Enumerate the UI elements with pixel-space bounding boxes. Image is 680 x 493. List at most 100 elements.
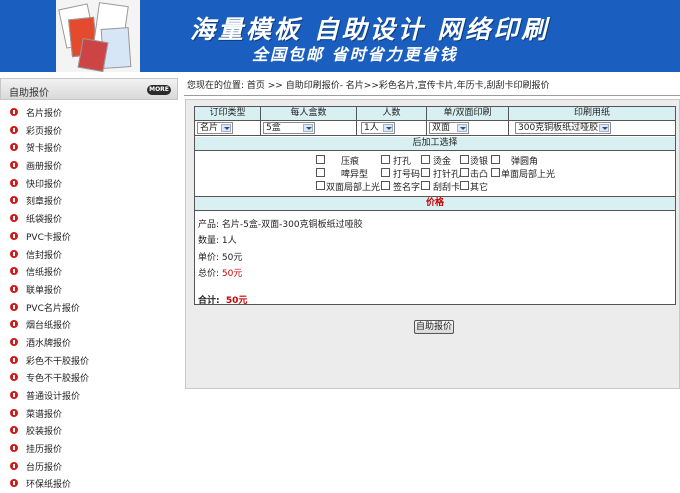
checkbox-single-spot-uv[interactable] bbox=[491, 168, 500, 177]
checkbox-double-spot-uv[interactable] bbox=[316, 181, 325, 190]
bullet-icon bbox=[10, 302, 18, 311]
bullet-icon bbox=[10, 373, 18, 382]
sidebar-item[interactable]: 快印报价 bbox=[0, 175, 178, 193]
option-label: 打号码 bbox=[393, 170, 421, 180]
sidebar-item-label[interactable]: 联单报价 bbox=[26, 283, 62, 296]
chevron-down-icon bbox=[303, 124, 313, 132]
sidebar-item[interactable]: 专色不干胶报价 bbox=[0, 369, 178, 387]
checkbox-other[interactable] bbox=[460, 181, 469, 190]
sidebar-item[interactable]: 胶装报价 bbox=[0, 422, 178, 440]
checkbox-gold-foil[interactable] bbox=[421, 155, 430, 164]
sidebar-item[interactable]: 挂历报价 bbox=[0, 440, 178, 458]
boxes-value: 5盒 bbox=[266, 123, 281, 133]
checkbox-numbering[interactable] bbox=[381, 168, 390, 177]
bullet-icon bbox=[10, 143, 18, 152]
sidebar-item[interactable]: 信纸报价 bbox=[0, 263, 178, 281]
sidebar-item-label[interactable]: 彩页报价 bbox=[26, 124, 62, 137]
sidebar-list: 名片报价彩页报价贺卡报价画册报价快印报价刻章报价纸袋报价 PVC卡报价 信封报价信纸… bbox=[0, 104, 178, 493]
col-boxes: 每人盒数 bbox=[261, 107, 357, 121]
sidebar-item-label[interactable]: PVC卡报价 bbox=[26, 230, 71, 243]
people-value: 1人 bbox=[364, 123, 379, 133]
option-label: 压痕 bbox=[341, 157, 360, 167]
sidebar-item-label[interactable]: 普通设计报价 bbox=[26, 389, 80, 402]
sidebar-item[interactable]: 彩页报价 bbox=[0, 122, 178, 140]
more-button[interactable]: MORE bbox=[147, 85, 171, 95]
order-table: 订印类型 每人盒数 人数 单/双面印刷 印刷用纸 名片 5盒 1人 双面 300… bbox=[194, 106, 676, 306]
sidebar-item-label[interactable]: 专色不干胶报价 bbox=[26, 371, 89, 384]
sidebar-item-label[interactable]: 胶装报价 bbox=[26, 424, 62, 437]
sidebar-item[interactable]: 烟台纸报价 bbox=[0, 316, 178, 334]
sidebar-item[interactable]: 酒水牌报价 bbox=[0, 334, 178, 352]
sides-select[interactable]: 双面 bbox=[429, 122, 469, 134]
total-price-label: 总价: bbox=[198, 269, 220, 279]
order-type-select[interactable]: 名片 bbox=[197, 122, 233, 134]
sidebar-item[interactable]: 名片报价 bbox=[0, 104, 178, 122]
sidebar-item-label[interactable]: 快印报价 bbox=[26, 177, 62, 190]
sidebar-item-label[interactable]: 烟台纸报价 bbox=[26, 318, 71, 331]
process-options: 压痕 打孔 烫金 烫银 弹圆角 啤异型 打号码 打针孔 击凸 单面局部上光 双面… bbox=[195, 151, 675, 197]
bullet-icon bbox=[10, 408, 18, 417]
option-label: 击凸 bbox=[470, 170, 489, 180]
sidebar-item-label[interactable]: 信封报价 bbox=[26, 248, 62, 261]
sidebar-item[interactable]: 台历报价 bbox=[0, 458, 178, 476]
bullet-icon bbox=[10, 391, 18, 399]
checkbox-punch[interactable] bbox=[381, 155, 390, 164]
sidebar-item[interactable]: 贺卡报价 bbox=[0, 139, 178, 157]
sidebar-title: 自助报价 bbox=[9, 88, 49, 99]
checkbox-perforation[interactable] bbox=[421, 168, 430, 177]
checkbox-crease[interactable] bbox=[316, 155, 325, 164]
checkbox-scratch-card[interactable] bbox=[421, 181, 430, 190]
sidebar-item-label[interactable]: 刻章报价 bbox=[26, 194, 62, 207]
sidebar-header: 自助报价 MORE bbox=[0, 78, 178, 100]
boxes-select[interactable]: 5盒 bbox=[263, 122, 315, 134]
sidebar-item[interactable]: 菜谱报价 bbox=[0, 405, 178, 423]
self-quote-button[interactable]: 自助报价 bbox=[414, 320, 454, 334]
sidebar: 自助报价 MORE 名片报价彩页报价贺卡报价画册报价快印报价刻章报价纸袋报价 PV… bbox=[0, 78, 178, 490]
sidebar-item[interactable]: 信封报价 bbox=[0, 246, 178, 264]
sidebar-item-label[interactable]: 信纸报价 bbox=[26, 265, 62, 278]
option-label: 双面局部上光 bbox=[326, 183, 381, 193]
bullet-icon bbox=[10, 320, 18, 329]
sidebar-item-label[interactable]: 彩色不干胶报价 bbox=[26, 354, 89, 367]
sidebar-item[interactable]: PVC卡报价 bbox=[0, 228, 178, 246]
total-price-line: 总价: 50元 bbox=[198, 266, 242, 279]
people-select[interactable]: 1人 bbox=[361, 122, 395, 134]
sidebar-item[interactable]: 刻章报价 bbox=[0, 192, 178, 210]
checkbox-die-cut[interactable] bbox=[316, 168, 325, 177]
sidebar-item-label[interactable]: 酒水牌报价 bbox=[26, 336, 71, 349]
process-header: 后加工选择 bbox=[195, 137, 675, 151]
bullet-icon bbox=[10, 161, 18, 170]
sidebar-item-label[interactable]: 画册报价 bbox=[26, 159, 62, 172]
checkbox-round-corner[interactable] bbox=[491, 155, 500, 164]
sidebar-item[interactable]: 联单报价 bbox=[0, 281, 178, 299]
sidebar-item-label[interactable]: 名片报价 bbox=[26, 106, 62, 119]
divider bbox=[184, 95, 680, 96]
sidebar-item[interactable]: 纸袋报价 bbox=[0, 210, 178, 228]
quote-panel: 订印类型 每人盒数 人数 单/双面印刷 印刷用纸 名片 5盒 1人 双面 300… bbox=[185, 99, 680, 389]
sidebar-item[interactable]: 普通设计报价 bbox=[0, 387, 178, 405]
checkbox-silver-foil[interactable] bbox=[460, 155, 469, 164]
sidebar-item-label[interactable]: 贺卡报价 bbox=[26, 141, 62, 154]
unit-price-line: 单价: 50元 bbox=[198, 250, 242, 263]
bullet-icon bbox=[10, 284, 18, 293]
sidebar-item[interactable]: PVC名片报价 bbox=[0, 299, 178, 317]
sidebar-item-label[interactable]: 环保纸报价 bbox=[26, 477, 71, 490]
business-cards-image bbox=[56, 0, 140, 72]
bullet-icon bbox=[10, 249, 18, 258]
sidebar-item[interactable]: 彩色不干胶报价 bbox=[0, 352, 178, 370]
sidebar-item[interactable]: 环保纸报价 bbox=[0, 475, 178, 493]
paper-select[interactable]: 300克铜板纸过哑胶 bbox=[515, 122, 611, 134]
sidebar-item-label[interactable]: 菜谱报价 bbox=[26, 407, 62, 420]
sidebar-item[interactable]: 画册报价 bbox=[0, 157, 178, 175]
sidebar-item-label[interactable]: 挂历报价 bbox=[26, 442, 62, 455]
bullet-icon bbox=[10, 355, 18, 364]
sidebar-item-label[interactable]: PVC名片报价 bbox=[26, 301, 80, 314]
sidebar-item-label[interactable]: 台历报价 bbox=[26, 460, 62, 473]
sidebar-item-label[interactable]: 纸袋报价 bbox=[26, 212, 62, 225]
bullet-icon bbox=[10, 426, 18, 435]
bullet-icon bbox=[10, 444, 18, 453]
checkbox-signature[interactable] bbox=[381, 181, 390, 190]
checkbox-emboss[interactable] bbox=[460, 168, 469, 177]
option-label: 啤异型 bbox=[341, 170, 369, 180]
chevron-down-icon bbox=[599, 124, 609, 132]
